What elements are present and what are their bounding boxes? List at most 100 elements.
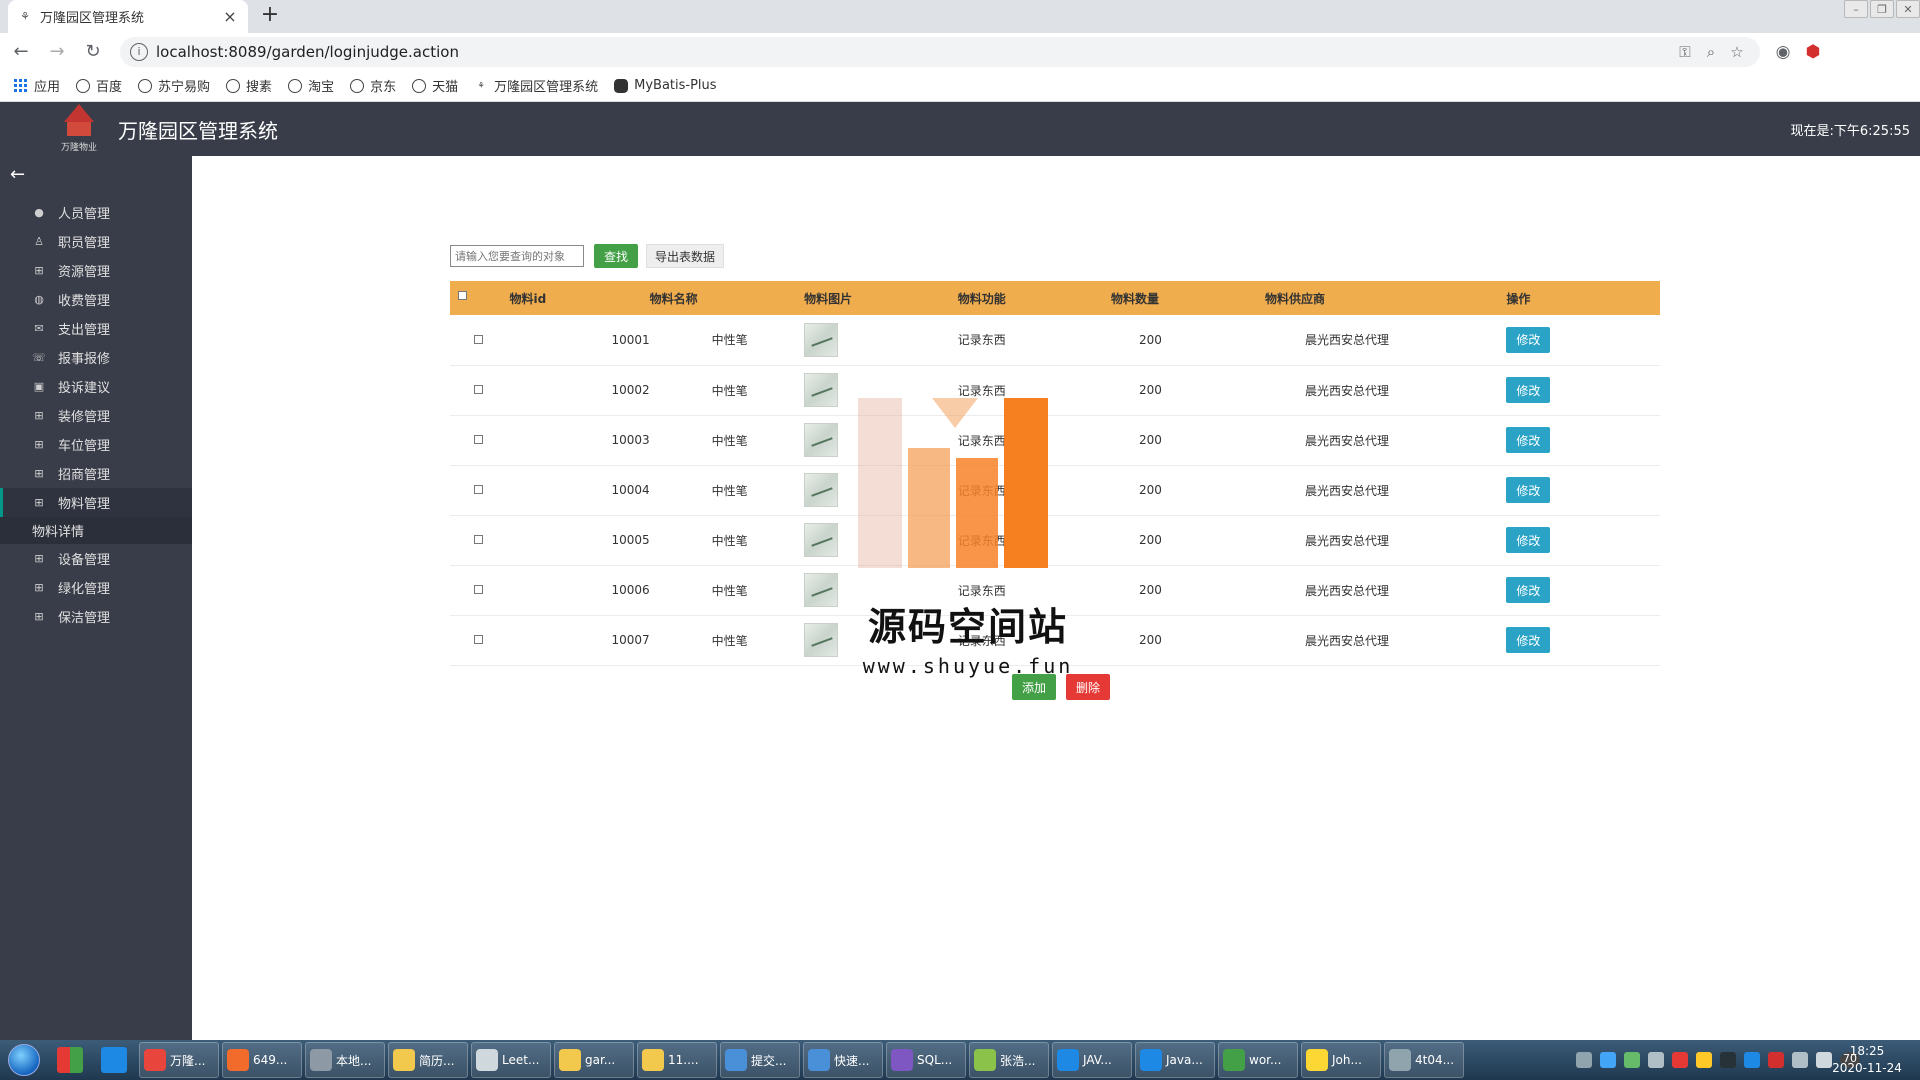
bookmark-suning[interactable]: 苏宁易购 (138, 76, 210, 95)
cell-material-supplier: 晨光西安总代理 (1265, 465, 1507, 516)
tray-display-icon[interactable] (1792, 1052, 1808, 1068)
sidebar-item-charge[interactable]: ◍ 收费管理 (0, 285, 192, 314)
tray-shield-icon[interactable] (1744, 1052, 1760, 1068)
sidebar-item-expense[interactable]: ✉ 支出管理 (0, 314, 192, 343)
sidebar-item-cleaning[interactable]: ⊞ 保洁管理 (0, 602, 192, 631)
taskbar-item[interactable]: 万隆... (139, 1042, 219, 1078)
taskbar-item[interactable]: 649... (222, 1042, 302, 1078)
edit-button[interactable]: 修改 (1506, 627, 1551, 653)
reload-icon[interactable]: ↻ (78, 37, 108, 67)
star-icon[interactable]: ☆ (1724, 43, 1750, 61)
address-bar[interactable]: i localhost:8089/garden/loginjudge.actio… (120, 36, 1760, 67)
cell-material-name: 中性笔 (649, 465, 805, 516)
sidebar-item-resource[interactable]: ⊞ 资源管理 (0, 256, 192, 285)
bookmark-taobao[interactable]: 淘宝 (288, 76, 334, 95)
taskbar-app-icon (1389, 1049, 1411, 1071)
extension-icon[interactable]: ⬢ (1798, 42, 1828, 62)
bookmark-mybatis[interactable]: MyBatis-Plus (614, 78, 717, 93)
sidebar-item-complaint[interactable]: ▣ 投诉建议 (0, 372, 192, 401)
browser-tab-active[interactable]: ⚘ 万隆园区管理系统 × (8, 0, 248, 33)
taskbar-item[interactable]: 4t04... (1384, 1042, 1464, 1078)
sidebar-item-greening[interactable]: ⊞ 绿化管理 (0, 573, 192, 602)
taskbar-item[interactable]: 简历... (388, 1042, 468, 1078)
tab-close-icon[interactable]: × (222, 7, 238, 26)
delete-button[interactable]: 删除 (1066, 674, 1111, 700)
row-checkbox[interactable] (474, 485, 483, 494)
explorer-icon (101, 1047, 127, 1073)
taskbar-item[interactable]: Joh... (1301, 1042, 1381, 1078)
taskbar-item[interactable]: 张浩... (969, 1042, 1049, 1078)
bookmark-apps[interactable]: 应用 (14, 76, 60, 95)
taskbar-item[interactable]: 11.... (637, 1042, 717, 1078)
site-info-icon[interactable]: i (130, 42, 148, 61)
tray-qq-icon[interactable] (1720, 1052, 1736, 1068)
search-input[interactable] (450, 245, 584, 267)
row-checkbox[interactable] (474, 385, 483, 394)
taskbar-item[interactable]: 本地... (305, 1042, 385, 1078)
sidebar-item-equipment[interactable]: ⊞ 设备管理 (0, 544, 192, 573)
taskbar-item[interactable]: Java... (1135, 1042, 1215, 1078)
taskbar-item[interactable]: Leet... (471, 1042, 551, 1078)
sidebar-item-parking[interactable]: ⊞ 车位管理 (0, 430, 192, 459)
edit-button[interactable]: 修改 (1506, 377, 1551, 403)
bookmark-search[interactable]: 搜素 (226, 76, 272, 95)
url-text[interactable]: localhost:8089/garden/loginjudge.action (156, 43, 1672, 61)
key-icon[interactable]: ⚿ (1672, 43, 1698, 61)
sidebar-item-label: 投诉建议 (58, 381, 111, 396)
edit-button[interactable]: 修改 (1506, 577, 1551, 603)
taskbar-item[interactable]: wor... (1218, 1042, 1298, 1078)
tray-red-icon[interactable] (1672, 1052, 1688, 1068)
sidebar-item-personnel[interactable]: ● 人员管理 (0, 198, 192, 227)
new-tab-button[interactable]: + (258, 4, 282, 28)
taskbar-item[interactable]: gar... (554, 1042, 634, 1078)
sidebar-item-merchants[interactable]: ⊞ 招商管理 (0, 459, 192, 488)
tray-pdf-icon[interactable] (1768, 1052, 1784, 1068)
row-checkbox[interactable] (474, 535, 483, 544)
profile-icon[interactable]: ◉ (1768, 42, 1798, 62)
sidebar-item-materials[interactable]: ⊞ 物料管理 (0, 488, 192, 517)
taskbar-item[interactable]: 提交... (720, 1042, 800, 1078)
edit-button[interactable]: 修改 (1506, 477, 1551, 503)
cell-material-function: 记录东西 (957, 315, 1112, 366)
taskbar-item[interactable]: JAV... (1052, 1042, 1132, 1078)
edit-button[interactable]: 修改 (1506, 427, 1551, 453)
select-all-checkbox[interactable] (458, 291, 467, 300)
collapse-sidebar-icon[interactable]: ← (10, 164, 32, 185)
taskbar-item-label: gar... (585, 1053, 616, 1067)
bookmark-garden[interactable]: ⚘ 万隆园区管理系统 (474, 76, 599, 95)
row-checkbox[interactable] (474, 435, 483, 444)
back-icon[interactable]: ← (6, 37, 36, 67)
taskbar-item[interactable]: SQL... (886, 1042, 966, 1078)
sidebar-item-staff[interactable]: ♙ 职员管理 (0, 227, 192, 256)
window-controls: – ❐ ✕ (1842, 0, 1920, 20)
os-clock[interactable]: 18:25 2020-11-24 (1822, 1043, 1912, 1077)
sidebar-item-repair[interactable]: ☏ 报事报修 (0, 343, 192, 372)
add-button[interactable]: 添加 (1012, 674, 1057, 700)
start-button[interactable] (0, 1040, 48, 1080)
export-button[interactable]: 导出表数据 (646, 244, 725, 268)
sidebar-subitem-material-detail[interactable]: 物料详情 (0, 517, 192, 544)
taskbar-item[interactable]: 快速... (803, 1042, 883, 1078)
tray-app-icon[interactable] (1624, 1052, 1640, 1068)
quicklaunch-explorer[interactable] (92, 1042, 136, 1078)
tray-network-icon[interactable] (1600, 1052, 1616, 1068)
edit-button[interactable]: 修改 (1506, 527, 1551, 553)
bookmark-jd[interactable]: 京东 (350, 76, 396, 95)
bookmark-baidu[interactable]: 百度 (76, 76, 122, 95)
tray-keyboard-icon[interactable] (1576, 1052, 1592, 1068)
zoom-icon[interactable]: ⌕ (1698, 43, 1724, 61)
row-checkbox[interactable] (474, 334, 483, 344)
sidebar-item-decoration[interactable]: ⊞ 装修管理 (0, 401, 192, 430)
row-checkbox[interactable] (474, 585, 483, 594)
edit-button[interactable]: 修改 (1506, 326, 1551, 353)
forward-icon[interactable]: → (42, 37, 72, 67)
minimize-icon[interactable]: – (1844, 0, 1868, 18)
quicklaunch-tiles[interactable] (48, 1042, 92, 1078)
close-window-icon[interactable]: ✕ (1896, 0, 1920, 18)
restore-icon[interactable]: ❐ (1870, 0, 1894, 18)
tray-monitor-icon[interactable] (1648, 1052, 1664, 1068)
row-checkbox[interactable] (474, 635, 483, 644)
tray-cloud-icon[interactable] (1696, 1052, 1712, 1068)
bookmark-tmall[interactable]: 天猫 (412, 76, 458, 95)
find-button[interactable]: 查找 (594, 244, 639, 268)
